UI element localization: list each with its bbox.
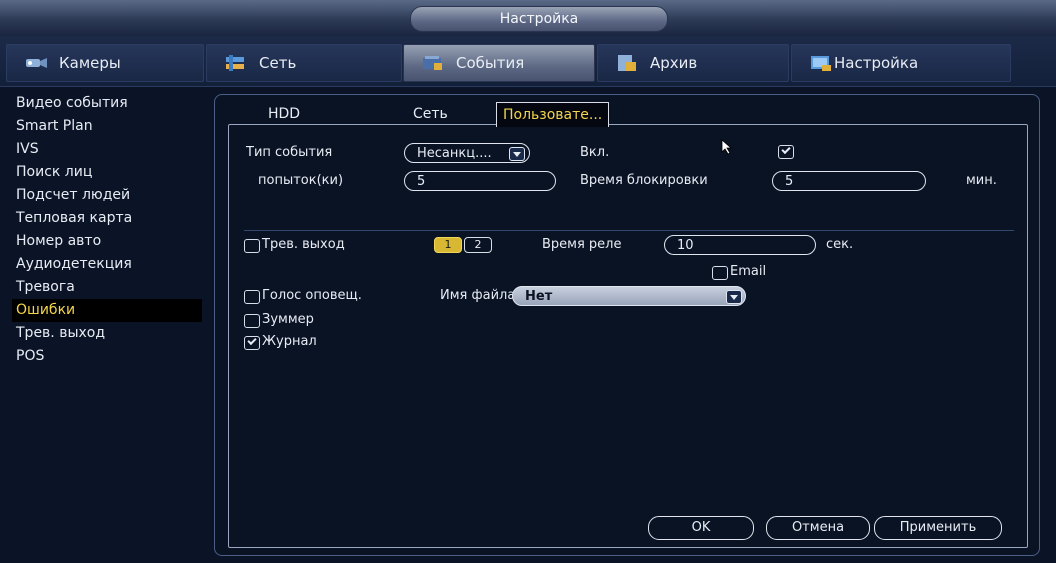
- attempts-value: 5: [417, 174, 426, 189]
- lock-time-input[interactable]: 5: [772, 171, 926, 191]
- sidebar-item-alarm[interactable]: Тревога: [12, 276, 202, 299]
- chevron-down-icon[interactable]: [726, 290, 742, 304]
- mouse-cursor-icon: [721, 139, 733, 155]
- chevron-down-icon[interactable]: [509, 147, 525, 161]
- enable-label: Вкл.: [580, 145, 610, 160]
- sidebar-item-alarm-out[interactable]: Трев. выход: [12, 322, 202, 345]
- log-label: Журнал: [262, 334, 317, 349]
- relay-time-input[interactable]: 10: [664, 235, 816, 255]
- sidebar-item-pos[interactable]: POS: [12, 345, 202, 368]
- apply-button[interactable]: Применить: [874, 516, 1002, 540]
- relay-time-value: 10: [677, 238, 694, 253]
- sidebar-item-video-events[interactable]: Видео события: [12, 92, 202, 115]
- voice-label: Голос оповещ.: [262, 288, 362, 303]
- buzzer-checkbox[interactable]: [244, 314, 260, 328]
- settings-icon: [808, 53, 834, 73]
- file-name-value: Нет: [525, 289, 553, 304]
- tab-archive[interactable]: Архив: [597, 44, 789, 82]
- tab-events[interactable]: События: [403, 44, 595, 82]
- tab-events-label: События: [456, 54, 525, 72]
- subtab-network[interactable]: Сеть: [413, 102, 448, 126]
- lock-time-label: Время блокировки: [580, 173, 708, 188]
- log-checkbox[interactable]: [244, 336, 260, 350]
- sidebar-item-heat-map[interactable]: Тепловая карта: [12, 207, 202, 230]
- tab-archive-label: Архив: [650, 54, 698, 72]
- sidebar-item-audio-detect[interactable]: Аудиодетекция: [12, 253, 202, 276]
- title-bar: Настройка: [0, 0, 1056, 37]
- attempts-input[interactable]: 5: [404, 171, 556, 191]
- archive-icon: [614, 53, 640, 73]
- alarm-out-checkbox[interactable]: [244, 239, 260, 253]
- alarm-channel-2[interactable]: 2: [464, 237, 492, 253]
- camera-icon: [23, 53, 49, 73]
- sidebar: Видео события Smart Plan IVS Поиск лиц П…: [12, 92, 202, 368]
- voice-checkbox[interactable]: [244, 290, 260, 304]
- subtab-user[interactable]: Пользовате...: [496, 102, 610, 127]
- event-type-label: Тип события: [246, 145, 333, 160]
- events-icon: [420, 53, 446, 73]
- lock-time-value: 5: [785, 174, 794, 189]
- network-icon: [223, 53, 249, 73]
- alarm-channel-1[interactable]: 1: [434, 237, 462, 253]
- tab-network-label: Сеть: [259, 54, 297, 72]
- window-title: Настройка: [410, 6, 668, 32]
- sidebar-item-smart-plan[interactable]: Smart Plan: [12, 115, 202, 138]
- sidebar-item-people-count[interactable]: Подсчет людей: [12, 184, 202, 207]
- sidebar-item-plate[interactable]: Номер авто: [12, 230, 202, 253]
- sidebar-item-face-search[interactable]: Поиск лиц: [12, 161, 202, 184]
- main-tab-bar: Камеры Сеть События Архив Настройка: [0, 36, 1056, 87]
- sidebar-item-errors[interactable]: Ошибки: [12, 299, 202, 322]
- attempts-label: попыток(ки): [258, 173, 344, 188]
- tab-settings[interactable]: Настройка: [791, 44, 1011, 82]
- email-checkbox[interactable]: [712, 266, 728, 280]
- buzzer-label: Зуммер: [262, 312, 314, 327]
- event-type-value: Несанкц....: [417, 146, 492, 161]
- file-name-select[interactable]: Нет: [512, 286, 746, 306]
- lock-time-unit: мин.: [966, 173, 997, 188]
- cancel-button[interactable]: Отмена: [766, 516, 870, 540]
- divider: [244, 230, 1014, 231]
- relay-time-label: Время реле: [542, 237, 622, 252]
- sidebar-item-ivs[interactable]: IVS: [12, 138, 202, 161]
- tab-network[interactable]: Сеть: [206, 44, 402, 82]
- ok-button[interactable]: OK: [648, 516, 754, 540]
- tab-settings-label: Настройка: [834, 54, 919, 72]
- file-name-label: Имя файла: [440, 288, 516, 303]
- alarm-out-label: Трев. выход: [262, 237, 345, 252]
- relay-time-unit: сек.: [826, 237, 854, 252]
- tab-cameras-label: Камеры: [59, 54, 121, 72]
- tab-cameras[interactable]: Камеры: [6, 44, 204, 82]
- enable-checkbox[interactable]: [778, 145, 794, 159]
- subtab-hdd[interactable]: HDD: [268, 102, 300, 126]
- email-label: Email: [730, 264, 767, 279]
